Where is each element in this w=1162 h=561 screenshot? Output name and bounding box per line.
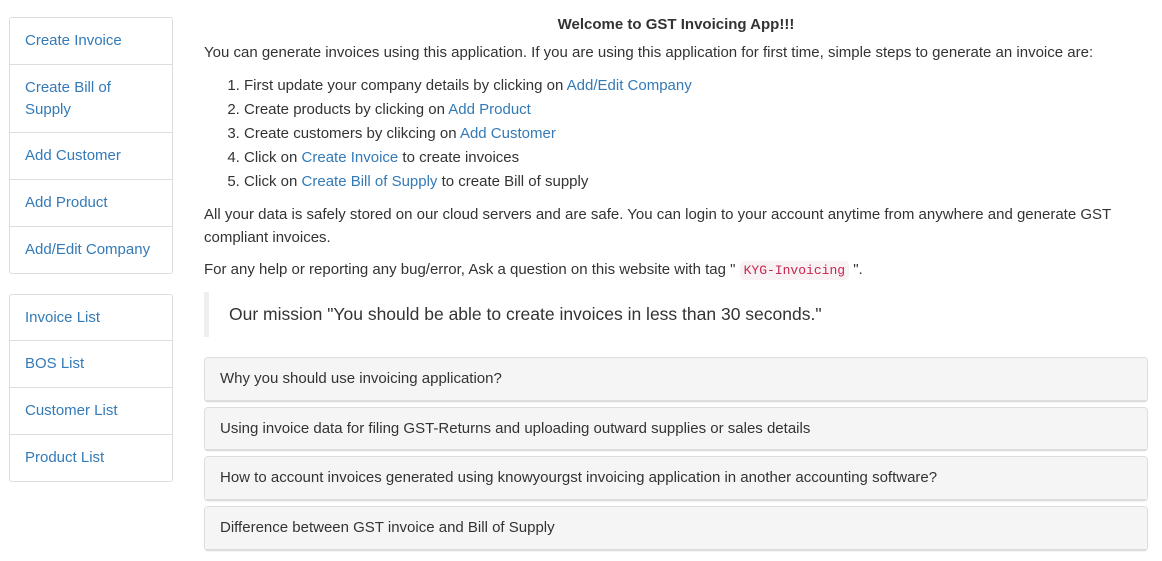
sidebar-item-create-invoice[interactable]: Create Invoice	[10, 18, 172, 65]
help-note: For any help or reporting any bug/error,…	[204, 259, 1148, 282]
sidebar-item-bos-list[interactable]: BOS List	[10, 341, 172, 388]
sidebar-item-create-bill-of-supply[interactable]: Create Bill of Supply	[10, 64, 172, 134]
faq-panel-toggle-link[interactable]: Why you should use invoicing application…	[220, 370, 502, 387]
step-text-after: to create Bill of supply	[437, 173, 589, 190]
link-add-product[interactable]: Add Product	[448, 101, 531, 118]
step-text-before: Click on	[244, 173, 302, 190]
step-item: Create customers by clikcing on Add Cust…	[244, 122, 1148, 146]
faq-panel-difference-invoice-bos: Difference between GST invoice and Bill …	[204, 506, 1148, 551]
step-item: Click on Create Invoice to create invoic…	[244, 146, 1148, 170]
faq-panel-title: Using invoice data for filing GST-Return…	[220, 418, 1132, 440]
getting-started-steps: First update your company details by cli…	[204, 74, 1148, 194]
sidebar-item-customer-list[interactable]: Customer List	[10, 388, 172, 435]
faq-panel-how-to-account-invoices: How to account invoices generated using …	[204, 456, 1148, 502]
sidebar-navigation: Create Invoice Create Bill of Supply Add…	[9, 17, 173, 502]
sidebar-item-product-list[interactable]: Product List	[10, 434, 172, 481]
mission-blockquote: Our mission "You should be able to creat…	[204, 291, 1148, 337]
mission-text: Our mission "You should be able to creat…	[229, 303, 822, 324]
link-add-edit-company[interactable]: Add/Edit Company	[567, 77, 692, 94]
step-text-after: to create invoices	[398, 149, 520, 166]
faq-panel-using-invoice-data: Using invoice data for filing GST-Return…	[204, 406, 1148, 452]
faq-panel-header-how-to-account-invoices[interactable]: How to account invoices generated using …	[205, 457, 1147, 501]
sidebar-item-add-customer[interactable]: Add Customer	[10, 133, 172, 180]
support-tag-code: KYG-Invoicing	[739, 261, 850, 280]
step-item: First update your company details by cli…	[244, 74, 1148, 98]
faq-panel-title: How to account invoices generated using …	[220, 467, 1132, 489]
sidebar-item-invoice-list[interactable]: Invoice List	[10, 294, 172, 342]
sidebar-group-primary-actions: Create Invoice Create Bill of Supply Add…	[9, 17, 173, 274]
faq-accordion: Why you should use invoicing application…	[204, 356, 1148, 551]
faq-panel-toggle-link[interactable]: Difference between GST invoice and Bill …	[220, 519, 555, 536]
intro-paragraph: You can generate invoices using this app…	[204, 43, 1094, 61]
app-page: Create Invoice Create Bill of Supply Add…	[0, 0, 1162, 561]
faq-panel-header-why-use-invoicing[interactable]: Why you should use invoicing application…	[205, 357, 1147, 401]
faq-panel-header-difference-invoice-bos[interactable]: Difference between GST invoice and Bill …	[205, 507, 1147, 550]
page-title: Welcome to GST Invoicing App!!!	[557, 16, 795, 33]
faq-panel-toggle-link[interactable]: Using invoice data for filing GST-Return…	[220, 420, 810, 437]
step-text-before: First update your company details by cli…	[244, 77, 567, 94]
link-create-bill-of-supply[interactable]: Create Bill of Supply	[302, 173, 438, 190]
faq-panel-why-use-invoicing: Why you should use invoicing application…	[204, 356, 1148, 402]
link-add-customer[interactable]: Add Customer	[460, 125, 556, 142]
step-text-before: Click on	[244, 149, 302, 166]
faq-panel-header-using-invoice-data[interactable]: Using invoice data for filing GST-Return…	[205, 407, 1147, 451]
sidebar-item-add-product[interactable]: Add Product	[10, 180, 172, 227]
link-create-invoice[interactable]: Create Invoice	[302, 149, 399, 166]
faq-panel-title: Difference between GST invoice and Bill …	[220, 517, 1132, 539]
faq-panel-toggle-link[interactable]: How to account invoices generated using …	[220, 469, 937, 486]
faq-panel-title: Why you should use invoicing application…	[220, 368, 1132, 390]
sidebar-item-add-edit-company[interactable]: Add/Edit Company	[10, 226, 172, 273]
cloud-storage-note: All your data is safely stored on our cl…	[204, 206, 1111, 246]
help-note-text-before: For any help or reporting any bug/error,…	[204, 261, 740, 278]
main-content: Welcome to GST Invoicing App!!! You can …	[204, 0, 1148, 556]
step-text-before: Create products by clicking on	[244, 101, 449, 118]
help-note-text-after: ".	[849, 261, 863, 278]
step-text-before: Create customers by clikcing on	[244, 125, 460, 142]
sidebar-group-lists: Invoice List BOS List Customer List Prod…	[9, 293, 173, 482]
step-item: Click on Create Bill of Supply to create…	[244, 170, 1148, 194]
step-item: Create products by clicking on Add Produ…	[244, 98, 1148, 122]
